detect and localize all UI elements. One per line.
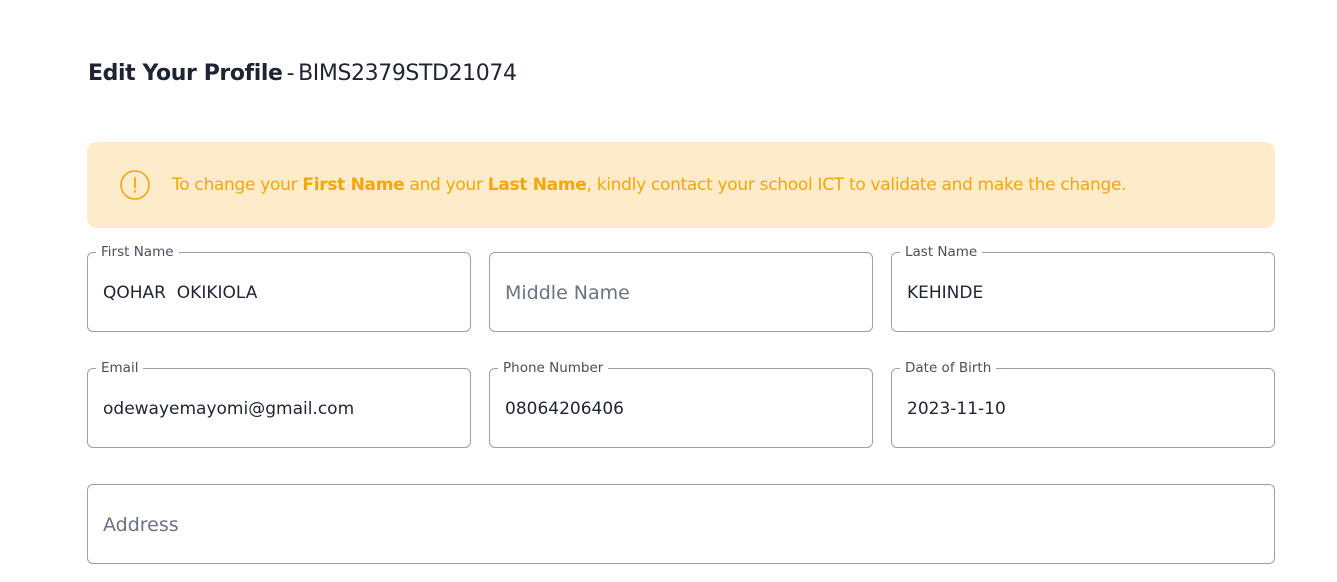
last-name-field[interactable]: Last Name KEHINDE [891, 242, 1275, 332]
alert-text: , kindly contact your school ICT to vali… [586, 175, 1127, 195]
name-change-alert: To change your First Name and your Last … [87, 142, 1275, 228]
alert-text: To change your [172, 175, 298, 195]
alert-first-name: First Name [302, 175, 405, 195]
phone-number-field[interactable]: Phone Number 08064206406 [489, 358, 873, 448]
date-of-birth-field[interactable]: Date of Birth 2023-11-10 [891, 358, 1275, 448]
last-name-value: KEHINDE [907, 283, 984, 303]
date-of-birth-value: 2023-11-10 [907, 399, 1006, 419]
exclamation-circle-icon [120, 170, 150, 200]
page-title-label: Edit Your Profile [88, 61, 283, 86]
alert-message: To change your First Name and your Last … [172, 175, 1127, 195]
first-name-label: First Name [96, 242, 179, 262]
middle-name-placeholder: Middle Name [505, 282, 630, 304]
student-id: BIMS2379STD21074 [298, 61, 517, 86]
last-name-label: Last Name [900, 242, 983, 262]
title-separator: - [286, 61, 295, 86]
page-title: Edit Your Profile - BIMS2379STD21074 [88, 60, 517, 88]
email-field[interactable]: Email odewayemayomi@gmail.com [87, 358, 471, 448]
date-of-birth-label: Date of Birth [900, 358, 997, 378]
first-name-field[interactable]: First Name QOHAR OKIKIOLA [87, 242, 471, 332]
phone-number-label: Phone Number [498, 358, 609, 378]
address-placeholder: Address [103, 514, 179, 536]
middle-name-field[interactable]: Middle Name [489, 252, 873, 332]
email-value: odewayemayomi@gmail.com [103, 399, 355, 419]
alert-text: and your [409, 175, 483, 195]
first-name-value: QOHAR OKIKIOLA [103, 283, 258, 303]
email-label: Email [96, 358, 144, 378]
address-field[interactable]: Address [87, 484, 1275, 564]
phone-number-value: 08064206406 [505, 399, 624, 419]
alert-last-name: Last Name [487, 175, 587, 195]
